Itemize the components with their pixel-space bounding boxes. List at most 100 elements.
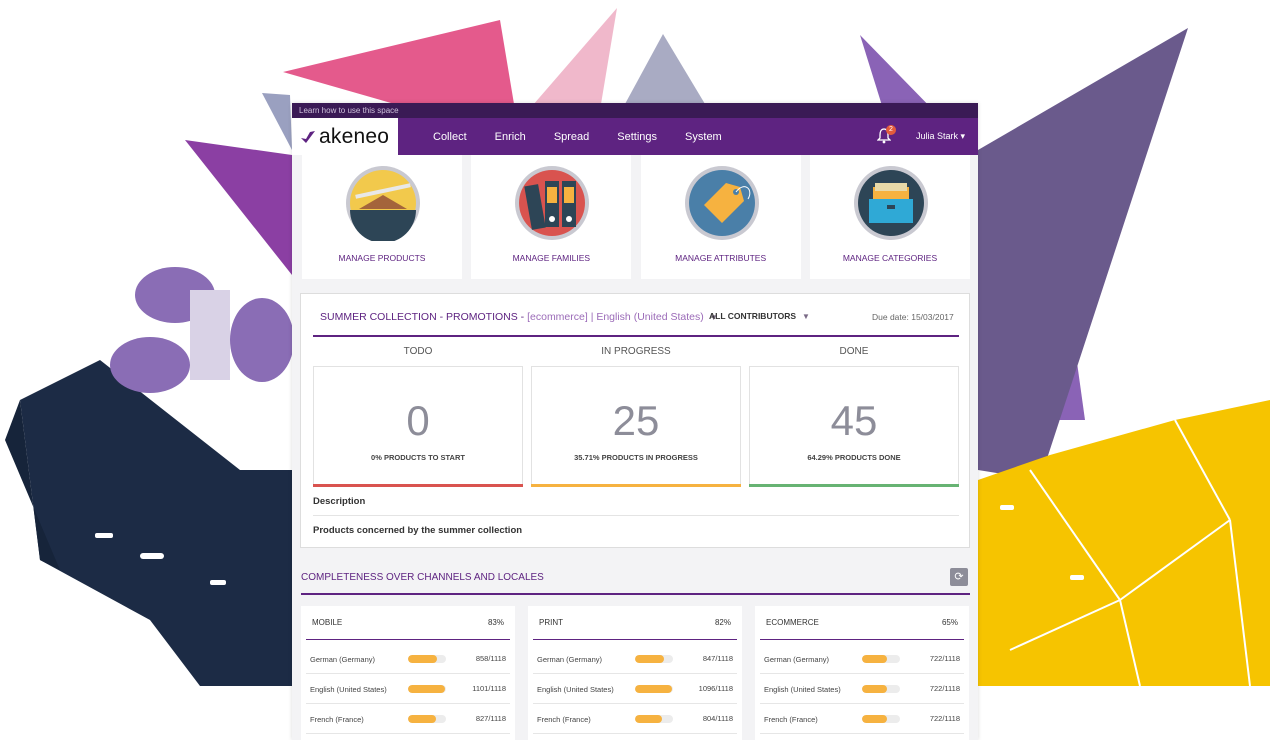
locale-name: English (United States) [310,684,387,694]
locale-count: 827/1118 [475,714,506,723]
logo-text: akeneo [319,124,390,148]
violet-triangle [185,140,292,275]
divider [533,639,737,640]
locale-name: German (Germany) [310,654,376,664]
completeness-bar-fill [635,685,673,693]
locale-name: French (France) [537,714,591,724]
tag-icon [684,166,759,240]
tile-manage-attributes[interactable]: MANAGE ATTRIBUTES [640,155,801,279]
locale-row[interactable]: French (France) 827/1118 [306,704,510,734]
tile-manage-products[interactable]: MANAGE PRODUCTS [302,155,462,279]
tile-label: MANAGE PRODUCTS [338,253,426,263]
quick-access-tiles: MANAGE PRODUCTS MANAGE FAMILIES MANAGE A… [302,155,970,279]
divider [306,639,510,640]
locale-row[interactable]: English (United States) 1101/1118 [306,674,510,704]
locale-name: French (France) [764,714,818,724]
slate-triangle [262,93,292,150]
locale-count: 722/1118 [929,654,960,663]
completeness-bar [408,655,446,663]
contributors-label: ALL CONTRIBUTORS [709,311,797,321]
caret-down-icon: ▼ [802,312,810,321]
due-date: Due date: 15/03/2017 [872,312,954,322]
akeneo-logo[interactable]: akeneo [292,118,398,155]
locale-row[interactable]: English (United States) 722/1118 [760,674,964,704]
completeness-bar-fill [635,715,663,723]
channel-name: MOBILE [312,618,343,627]
description-text: Products concerned by the summer collect… [313,525,523,536]
refresh-button[interactable]: ⟳ [950,568,968,586]
tile-label: MANAGE ATTRIBUTES [675,253,767,263]
completeness-bar-fill [862,655,887,663]
locale-count: 847/1118 [702,654,733,663]
locale-row[interactable]: French (France) 722/1118 [760,704,964,734]
binders-icon [515,166,590,240]
help-bar[interactable]: Learn how to use this space [292,103,978,118]
tile-manage-categories[interactable]: MANAGE CATEGORIES [809,155,970,279]
project-name: SUMMER COLLECTION - PROMOTIONS - [320,311,528,323]
completeness-bar-fill [862,685,887,693]
refresh-icon: ⟳ [954,571,964,583]
locale-row[interactable]: German (Germany) 858/1118 [306,644,510,674]
completeness-bar [862,715,900,723]
todo-caption: 0% PRODUCTS TO START [371,453,465,462]
done-count: 45 [830,397,878,444]
channel-percent: 65% [941,618,958,627]
project-scope: [ecommerce] | English (United States) [527,311,704,323]
project-selector[interactable]: SUMMER COLLECTION - PROMOTIONS - [ecomme… [320,311,718,323]
tile-manage-families[interactable]: MANAGE FAMILIES [471,155,632,279]
channel-name: ECOMMERCE [766,618,819,627]
locale-row[interactable]: English (United States) 1096/1118 [533,674,737,704]
divider [313,335,959,337]
tile-label: MANAGE FAMILIES [512,253,591,263]
divider [760,639,964,640]
menu-item-spread[interactable]: Spread [554,131,589,143]
completeness-bar [862,685,900,693]
completeness-bar [635,685,673,693]
column-header-in-progress: IN PROGRESS [601,346,671,357]
locale-count: 804/1118 [702,714,733,723]
locale-row[interactable]: French (France) 804/1118 [533,704,737,734]
completeness-bar-fill [862,715,887,723]
in-progress-caption: 35.71% PRODUCTS IN PROGRESS [574,453,698,462]
akeneo-logo-icon [301,130,315,143]
completeness-bar-fill [408,715,437,723]
locale-name: English (United States) [537,684,614,694]
column-header-done: DONE [839,346,869,357]
project-panel: SUMMER COLLECTION - PROMOTIONS - [ecomme… [300,293,970,548]
menu-item-enrich[interactable]: Enrich [495,131,526,143]
completeness-bar-fill [408,655,438,663]
description-label: Description [313,496,366,507]
contributors-filter[interactable]: ALL CONTRIBUTORS ▼ [709,311,810,321]
status-bar [313,484,523,487]
locale-count: 1096/1118 [698,684,733,693]
channel-percent: 83% [487,618,504,627]
notifications-button[interactable]: 2 [876,125,896,146]
done-caption: 64.29% PRODUCTS DONE [807,453,901,462]
status-bar [531,484,741,487]
completeness-bar [862,655,900,663]
in-progress-box[interactable]: 25 35.71% PRODUCTS IN PROGRESS [531,366,741,487]
divider [301,593,970,595]
completeness-bar [635,715,673,723]
tile-label: MANAGE CATEGORIES [842,253,938,263]
locale-row[interactable]: German (Germany) 722/1118 [760,644,964,674]
menu-item-system[interactable]: System [685,131,722,143]
locale-name: French (France) [310,714,364,724]
akeneo-app-window: Learn how to use this space akeneo Colle… [292,103,978,740]
hanger-icon [346,166,420,241]
user-menu[interactable]: Julia Stark ▾ [916,118,965,155]
menu-item-collect[interactable]: Collect [433,131,467,143]
notification-count-badge: 2 [886,125,896,135]
locale-row[interactable]: German (Germany) 847/1118 [533,644,737,674]
todo-box[interactable]: 0 0% PRODUCTS TO START [313,366,523,487]
completeness-bar [408,715,446,723]
done-box[interactable]: 45 64.29% PRODUCTS DONE [749,366,959,487]
channel-card: MOBILE 83% German (Germany) 858/1118 English… [301,606,515,740]
channel-name: PRINT [539,618,563,627]
channel-card: PRINT 82% German (Germany) 847/1118 English … [528,606,742,740]
marketing-stage: Learn how to use this space akeneo Colle… [0,0,1270,740]
dark-rock [20,360,292,686]
menu-item-settings[interactable]: Settings [617,131,657,143]
locale-name: English (United States) [764,684,841,694]
completeness-title: COMPLETENESS OVER CHANNELS AND LOCALES [301,572,544,583]
